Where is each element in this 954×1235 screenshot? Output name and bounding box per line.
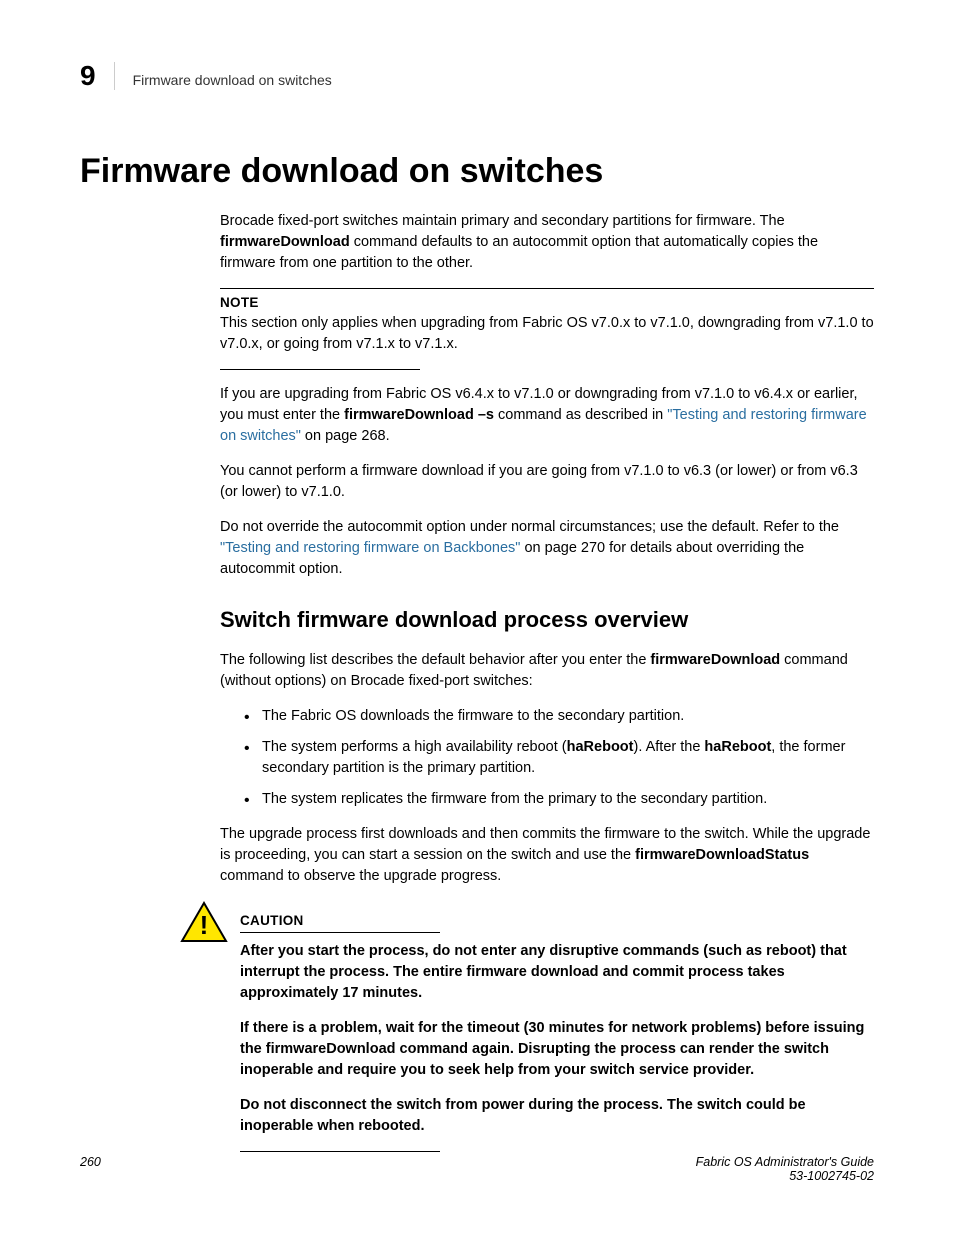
header-divider <box>114 62 115 90</box>
page-title: Firmware download on switches <box>80 152 874 191</box>
paragraph: If you are upgrading from Fabric OS v6.4… <box>220 384 874 447</box>
document-page: 9 Firmware download on switches Firmware… <box>0 0 954 1235</box>
running-header: 9 Firmware download on switches <box>80 60 874 92</box>
paragraph: You cannot perform a firmware download i… <box>220 461 874 503</box>
section-heading: Switch firmware download process overvie… <box>220 604 874 636</box>
list-item: The system replicates the firmware from … <box>244 789 874 810</box>
text-fragment: command as described in <box>494 407 667 423</box>
cross-reference-link[interactable]: "Testing and restoring firmware on Backb… <box>220 540 520 556</box>
note-label: NOTE <box>220 293 874 313</box>
text-fragment: Do not override the autocommit option un… <box>220 519 839 535</box>
command-name: haReboot <box>704 739 771 755</box>
command-name: firmwareDownload <box>650 652 780 668</box>
caution-rule-bottom <box>240 1151 440 1152</box>
command-name: haReboot <box>567 739 634 755</box>
text-fragment: Brocade fixed-port switches maintain pri… <box>220 213 785 229</box>
bullet-list: The Fabric OS downloads the firmware to … <box>220 706 874 810</box>
svg-text:!: ! <box>200 910 209 940</box>
text-fragment: command to observe the upgrade progress. <box>220 868 501 884</box>
intro-paragraph: Brocade fixed-port switches maintain pri… <box>220 211 874 274</box>
list-item: The system performs a high availability … <box>244 737 874 779</box>
caution-rule-top <box>240 932 440 933</box>
page-number: 260 <box>80 1155 101 1183</box>
paragraph: The following list describes the default… <box>220 650 874 692</box>
caution-block: ! CAUTION After you start the process, d… <box>180 901 874 1161</box>
running-title: Firmware download on switches <box>133 72 332 88</box>
page-footer: 260 Fabric OS Administrator's Guide 53-1… <box>80 1155 874 1183</box>
note-rule-top <box>220 288 874 289</box>
footer-right: Fabric OS Administrator's Guide 53-10027… <box>696 1155 874 1183</box>
document-title: Fabric OS Administrator's Guide <box>696 1155 874 1169</box>
chapter-number: 9 <box>80 60 96 92</box>
note-text: This section only applies when upgrading… <box>220 313 874 355</box>
text-fragment: The following list describes the default… <box>220 652 650 668</box>
note-rule-bottom <box>220 369 420 370</box>
caution-label: CAUTION <box>240 911 874 931</box>
document-id: 53-1002745-02 <box>696 1169 874 1183</box>
text-fragment: ). After the <box>634 739 705 755</box>
caution-icon: ! <box>180 901 228 948</box>
paragraph: Do not override the autocommit option un… <box>220 517 874 580</box>
list-item: The Fabric OS downloads the firmware to … <box>244 706 874 727</box>
command-name: firmwareDownloadStatus <box>635 847 809 863</box>
caution-paragraph: If there is a problem, wait for the time… <box>240 1018 874 1081</box>
caution-paragraph: Do not disconnect the switch from power … <box>240 1095 874 1137</box>
text-fragment: The system performs a high availability … <box>262 739 567 755</box>
command-name: firmwareDownload <box>220 234 350 250</box>
caution-paragraph: After you start the process, do not ente… <box>240 941 874 1004</box>
caution-body: CAUTION After you start the process, do … <box>240 901 874 1161</box>
text-fragment: on page 268. <box>301 428 390 444</box>
body-content: Brocade fixed-port switches maintain pri… <box>220 211 874 887</box>
paragraph: The upgrade process first downloads and … <box>220 824 874 887</box>
command-name: firmwareDownload –s <box>344 407 494 423</box>
